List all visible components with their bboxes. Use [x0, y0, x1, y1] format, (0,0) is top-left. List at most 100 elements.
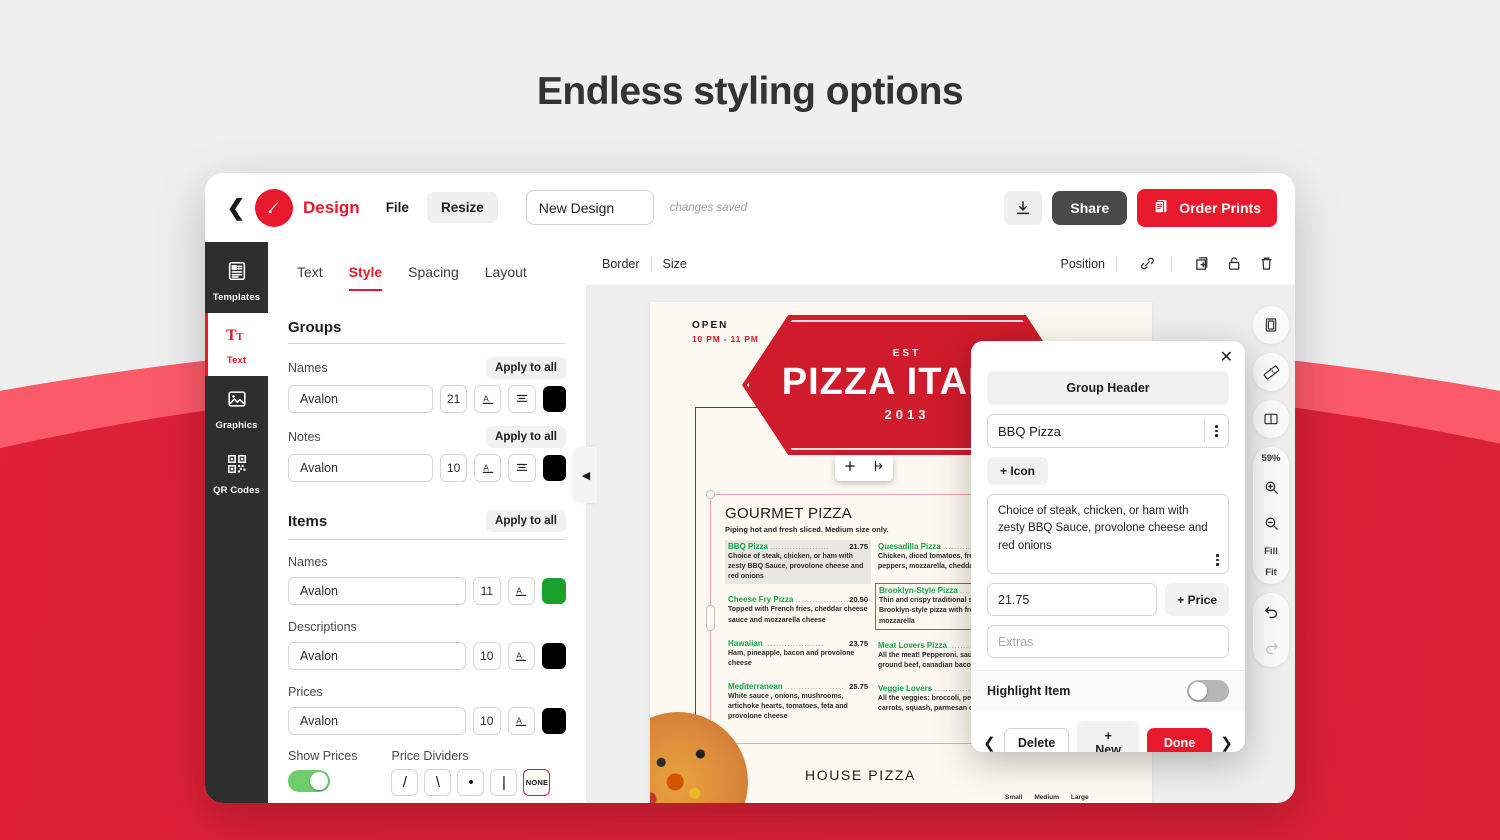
lock-icon[interactable]	[1221, 255, 1247, 272]
item-price-field[interactable]: 21.75	[987, 583, 1158, 616]
items-apply-all-button[interactable]: Apply to all	[486, 510, 566, 532]
divider-option-slash[interactable]: /	[391, 769, 419, 796]
item-name-options-icon[interactable]	[1204, 420, 1218, 442]
items-descriptions-font-input[interactable]	[288, 642, 466, 670]
highlight-item-toggle[interactable]	[1187, 680, 1229, 702]
ruler-icon[interactable]	[1256, 359, 1286, 385]
add-icon-button[interactable]: + Icon	[987, 457, 1049, 485]
divider-option-backslash[interactable]: \	[424, 769, 452, 796]
zoom-in-icon[interactable]	[1256, 474, 1286, 500]
rail-item-text[interactable]: TT Text	[205, 313, 268, 376]
items-names-size[interactable]: 11	[473, 577, 501, 605]
resize-handle-tl[interactable]	[706, 490, 715, 499]
download-icon[interactable]	[1004, 190, 1043, 225]
items-names-color-swatch[interactable]	[542, 578, 566, 604]
items-descriptions-text-color-icon[interactable]: A	[507, 642, 536, 670]
groups-notes-size[interactable]: 10	[440, 454, 468, 482]
groups-notes-controls: 10 A	[288, 454, 567, 482]
groups-notes-align-icon[interactable]	[508, 454, 536, 482]
zoom-out-icon[interactable]	[1256, 510, 1286, 536]
groups-names-align-icon[interactable]	[508, 385, 536, 413]
add-price-button[interactable]: + Price	[1165, 583, 1229, 616]
item-description-options-icon[interactable]	[1216, 554, 1219, 566]
close-icon[interactable]: ✕	[1220, 350, 1233, 366]
redo-icon[interactable]	[1256, 635, 1286, 661]
item-description-field[interactable]: Choice of steak, chicken, or ham with ze…	[987, 494, 1229, 574]
items-names-font-input[interactable]	[288, 577, 466, 605]
items-prices-label: Prices	[288, 685, 323, 699]
border-menu[interactable]: Border	[602, 257, 640, 271]
groups-notes-label-row: Notes Apply to all	[288, 426, 566, 448]
items-prices-font-input[interactable]	[288, 707, 466, 735]
canvas-toolbar-right: Position	[1061, 255, 1279, 272]
size-menu[interactable]: Size	[663, 257, 687, 271]
toolbar-divider	[650, 255, 652, 272]
items-prices-text-color-icon[interactable]: A	[507, 707, 536, 735]
collapse-panel-button[interactable]: ◀	[575, 447, 597, 503]
menu-item-name: Cheese Fry Pizza	[728, 595, 794, 605]
groups-names-apply-all-button[interactable]: Apply to all	[486, 357, 566, 379]
divider-option-none[interactable]: NONE	[523, 769, 551, 796]
groups-names-font-input[interactable]	[288, 385, 433, 413]
tab-style[interactable]: Style	[348, 264, 383, 291]
zoom-fit-button[interactable]: Fit	[1265, 567, 1277, 578]
groups-names-size[interactable]: 21	[440, 385, 468, 413]
paintbrush-icon	[255, 188, 293, 227]
tab-text[interactable]: Text	[297, 264, 323, 291]
design-name-input[interactable]	[525, 190, 654, 225]
rail-item-templates[interactable]: Templates	[205, 248, 268, 313]
leader-dots: .....................	[784, 681, 844, 691]
duplicate-icon[interactable]	[1189, 255, 1215, 272]
menu-item[interactable]: Cheese Fry Pizza..................... 20.…	[725, 593, 871, 627]
groups-title: Groups	[288, 319, 342, 336]
groups-notes-apply-all-button[interactable]: Apply to all	[486, 426, 566, 448]
groups-names-color-swatch[interactable]	[542, 386, 567, 412]
prev-item-chevron-left-icon[interactable]: ❮	[983, 734, 996, 752]
next-item-chevron-right-icon[interactable]: ❯	[1220, 734, 1233, 752]
file-menu[interactable]: File	[386, 200, 409, 215]
rail-item-graphics[interactable]: Graphics	[205, 376, 268, 441]
items-prices-size[interactable]: 10	[473, 707, 501, 735]
style-settings-panel: Text Style Spacing Layout Groups Names A…	[268, 242, 586, 803]
delete-button[interactable]: Delete	[1003, 728, 1070, 752]
columns-icon[interactable]	[1256, 406, 1286, 432]
done-button[interactable]: Done	[1146, 728, 1213, 752]
insert-icon[interactable]	[872, 459, 886, 478]
divider-option-pipe[interactable]: |	[490, 769, 518, 796]
menu-item[interactable]: BBQ Pizza..................... 21.75 Choi…	[725, 540, 871, 585]
resize-button[interactable]: Resize	[426, 192, 498, 223]
undo-icon[interactable]	[1256, 599, 1286, 625]
items-descriptions-color-swatch[interactable]	[542, 643, 566, 669]
items-prices-color-swatch[interactable]	[542, 708, 566, 734]
show-prices-toggle[interactable]	[288, 770, 330, 792]
groups-names-text-color-icon[interactable]: A	[474, 385, 502, 413]
link-icon[interactable]	[1134, 255, 1160, 272]
items-descriptions-size[interactable]: 10	[473, 642, 501, 670]
zoom-fill-button[interactable]: Fill	[1264, 546, 1278, 557]
menu-item[interactable]: Mediterranean..................... 25.75 …	[725, 680, 871, 724]
position-menu[interactable]: Position	[1061, 257, 1105, 271]
order-prints-button[interactable]: Order Prints	[1137, 188, 1277, 227]
menu-item[interactable]: Hawaiian..................... 23.75 Ham, …	[725, 637, 871, 671]
groups-notes-color-swatch[interactable]	[542, 455, 567, 481]
tab-spacing[interactable]: Spacing	[408, 264, 459, 291]
price-dividers-group: Price Dividers / \ • | NONE	[391, 749, 551, 797]
groups-notes-text-color-icon[interactable]: A	[474, 454, 502, 482]
new-item-button[interactable]: + New	[1077, 721, 1139, 752]
group-header-button[interactable]: Group Header	[987, 371, 1229, 405]
item-name-field[interactable]: BBQ Pizza	[987, 414, 1229, 448]
back-chevron-icon[interactable]: ❮	[223, 195, 249, 221]
share-button[interactable]: Share	[1052, 190, 1128, 225]
price-dividers-options: / \ • | NONE	[391, 769, 551, 796]
divider-option-dot[interactable]: •	[457, 769, 485, 796]
item-extras-field[interactable]: Extras	[987, 625, 1229, 658]
items-names-text-color-icon[interactable]: A	[507, 577, 536, 605]
trash-icon[interactable]	[1253, 255, 1279, 272]
rail-item-qr-codes[interactable]: QR Codes	[205, 441, 268, 506]
page-icon[interactable]	[1256, 312, 1286, 338]
price-row: 21.75 + Price	[987, 583, 1229, 616]
resize-handle-left[interactable]	[706, 605, 715, 631]
tab-layout[interactable]: Layout	[485, 264, 527, 291]
plus-icon[interactable]	[843, 459, 857, 478]
groups-notes-font-input[interactable]	[288, 454, 433, 482]
